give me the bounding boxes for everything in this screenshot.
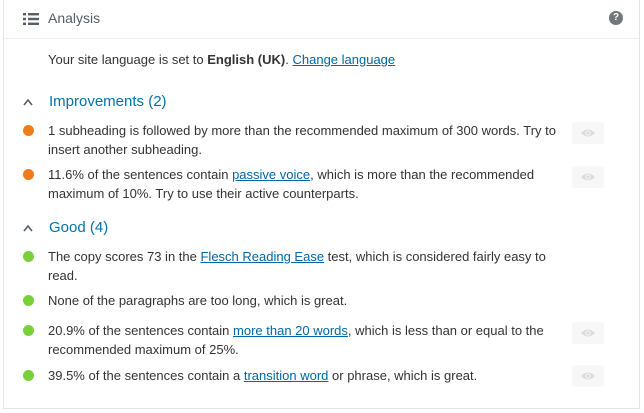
problem-bullet-icon xyxy=(23,125,34,136)
analysis-header[interactable]: Analysis ? xyxy=(4,0,639,39)
site-language-notice: Your site language is set to English (UK… xyxy=(48,52,395,67)
chevron-up-icon xyxy=(23,224,33,231)
highlight-toggle-button[interactable] xyxy=(572,365,604,387)
improvements-section-toggle[interactable]: Improvements (2) xyxy=(23,93,167,110)
item-text: The copy scores 73 in the Flesch Reading… xyxy=(48,247,568,285)
list-item: 1 subheading is followed by more than th… xyxy=(23,121,583,159)
list-item: None of the paragraphs are too long, whi… xyxy=(23,291,583,310)
item-text-before: The copy scores 73 in the xyxy=(48,249,201,264)
list-item: 11.6% of the sentences contain passive v… xyxy=(23,165,583,203)
flesch-reading-ease-link[interactable]: Flesch Reading Ease xyxy=(200,249,324,264)
language-name: English (UK) xyxy=(207,52,286,67)
improvements-heading: Improvements (2) xyxy=(49,93,167,110)
list-item: 39.5% of the sentences contain a transit… xyxy=(23,366,583,385)
highlight-toggle-button[interactable] xyxy=(572,122,604,144)
item-text: 11.6% of the sentences contain passive v… xyxy=(48,165,568,203)
eye-icon xyxy=(581,129,595,137)
item-text-before: 20.9% of the sentences contain xyxy=(48,323,234,338)
transition-word-link[interactable]: transition word xyxy=(244,368,329,383)
problem-bullet-icon xyxy=(23,169,34,180)
good-section-toggle[interactable]: Good (4) xyxy=(23,219,108,236)
good-heading: Good (4) xyxy=(49,219,109,236)
good-bullet-icon xyxy=(23,325,34,336)
item-text-after: or phrase, which is great. xyxy=(328,368,478,383)
analysis-title: Analysis xyxy=(48,10,101,26)
good-bullet-icon xyxy=(23,295,34,306)
item-text: 1 subheading is followed by more than th… xyxy=(48,123,556,157)
more-than-20-words-link[interactable]: more than 20 words xyxy=(233,323,348,338)
item-text-before: 39.5% of the sentences contain a xyxy=(48,368,244,383)
list-icon xyxy=(23,13,39,25)
language-prefix: Your site language is set to xyxy=(48,52,208,67)
item-text: None of the paragraphs are too long, whi… xyxy=(48,293,348,308)
chevron-up-icon xyxy=(23,98,33,105)
passive-voice-link[interactable]: passive voice xyxy=(232,167,310,182)
highlight-toggle-button[interactable] xyxy=(572,322,604,344)
item-text-before: 11.6% of the sentences contain xyxy=(48,167,233,182)
change-language-link[interactable]: Change language xyxy=(292,52,395,67)
item-text: 39.5% of the sentences contain a transit… xyxy=(48,366,568,385)
list-item: 20.9% of the sentences contain more than… xyxy=(23,321,583,359)
good-bullet-icon xyxy=(23,370,34,381)
highlight-toggle-button[interactable] xyxy=(572,166,604,188)
help-icon[interactable]: ? xyxy=(609,11,623,25)
item-text: 20.9% of the sentences contain more than… xyxy=(48,321,568,359)
list-item: The copy scores 73 in the Flesch Reading… xyxy=(23,247,583,285)
eye-icon xyxy=(581,372,595,380)
eye-icon xyxy=(581,173,595,181)
analysis-panel: Analysis ? Your site language is set to … xyxy=(3,0,640,409)
eye-icon xyxy=(581,329,595,337)
good-bullet-icon xyxy=(23,251,34,262)
